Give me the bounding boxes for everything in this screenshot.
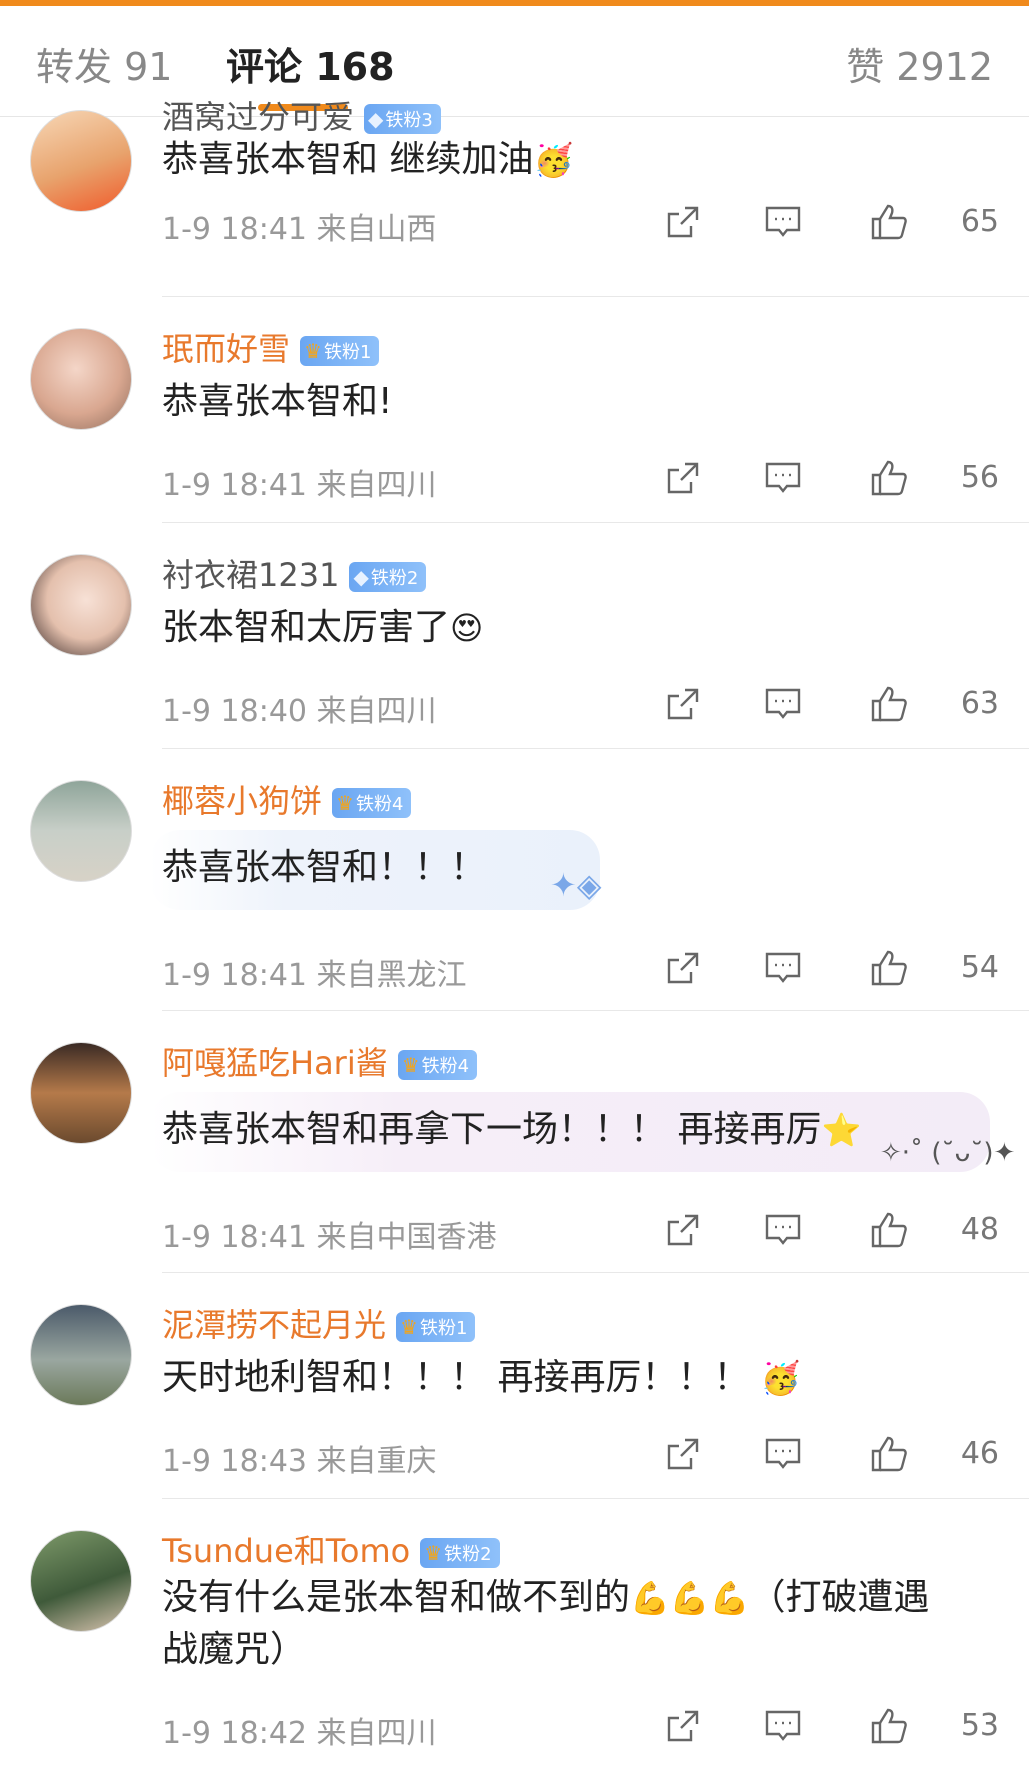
comment-actions: 46 xyxy=(619,1434,999,1478)
comment-text: 恭喜张本智和 继续加油🥳 xyxy=(162,139,574,180)
comment-username[interactable]: 酒窝过分可爱 ◆ 铁粉3 xyxy=(162,92,441,138)
fan-badge[interactable]: ◆ 铁粉2 xyxy=(349,562,427,592)
fan-badge[interactable]: ♛ 铁粉1 xyxy=(396,1312,476,1342)
like-count: 53 xyxy=(960,1708,999,1743)
tab-comments[interactable]: 评论 168 xyxy=(226,36,395,91)
comment-text: 恭喜张本智和！！！ xyxy=(162,847,487,888)
fan-badge[interactable]: ♛ 铁粉4 xyxy=(397,1050,478,1080)
comment-meta: 1-9 18:41 来自山西 xyxy=(162,212,437,247)
like-count: 46 xyxy=(960,1436,999,1471)
like-count: 54 xyxy=(960,950,999,985)
avatar[interactable] xyxy=(30,328,132,430)
like-icon[interactable] xyxy=(869,202,913,246)
avatar[interactable] xyxy=(30,1530,132,1632)
comment-actions: 65 xyxy=(619,202,999,246)
diamond-icon: ◆ xyxy=(353,565,369,589)
comment-tabs: 转发 91 评论 168 赞 2912 xyxy=(0,6,1029,117)
share-icon[interactable] xyxy=(663,684,707,728)
comment-username[interactable]: 珉而好雪 ♛ 铁粉1 xyxy=(162,324,380,370)
star-emoji-icon: ⭐ xyxy=(821,1111,862,1149)
avatar[interactable] xyxy=(30,1042,132,1144)
fan-badge[interactable]: ♛ 铁粉1 xyxy=(300,336,380,366)
share-icon[interactable] xyxy=(663,1706,707,1750)
tab-likes[interactable]: 赞 2912 xyxy=(846,36,993,91)
fan-badge[interactable]: ♛ 铁粉4 xyxy=(332,788,412,818)
comment-meta: 1-9 18:40 来自四川 xyxy=(162,694,437,729)
like-icon[interactable] xyxy=(869,684,913,728)
crown-icon: ♛ xyxy=(400,1315,418,1339)
comment-username[interactable]: 泥潭捞不起月光 ♛ 铁粉1 xyxy=(162,1300,476,1346)
comment-text: 恭喜张本智和! xyxy=(162,381,393,422)
avatar[interactable] xyxy=(30,780,132,882)
comment-text: 恭喜张本智和再拿下一场！！！ 再接再厉⭐ xyxy=(162,1109,862,1150)
comment-username[interactable]: 椰蓉小狗饼 ♛ 铁粉4 xyxy=(162,776,412,822)
share-icon[interactable] xyxy=(663,1434,707,1478)
reply-icon[interactable] xyxy=(763,948,807,992)
like-count: 63 xyxy=(960,686,999,721)
divider xyxy=(162,1498,1029,1499)
avatar[interactable] xyxy=(30,554,132,656)
reply-icon[interactable] xyxy=(763,458,807,502)
comment-actions: 48 xyxy=(619,1210,999,1254)
comment-actions: 54 xyxy=(619,948,999,992)
like-icon[interactable] xyxy=(869,458,913,502)
reply-icon[interactable] xyxy=(763,1434,807,1478)
avatar[interactable] xyxy=(30,1304,132,1406)
party-face-emoji-icon: 🥳 xyxy=(533,141,574,179)
like-icon[interactable] xyxy=(869,1706,913,1750)
like-icon[interactable] xyxy=(869,948,913,992)
comment-meta: 1-9 18:43 来自重庆 xyxy=(162,1444,437,1479)
party-face-emoji-icon: 🥳 xyxy=(760,1359,801,1397)
divider xyxy=(162,1010,1029,1011)
share-icon[interactable] xyxy=(663,948,707,992)
divider xyxy=(162,522,1029,523)
flexed-biceps-emoji-icon: 💪💪💪 xyxy=(630,1579,750,1617)
fan-badge[interactable]: ◆ 铁粉3 xyxy=(364,104,441,134)
like-icon[interactable] xyxy=(869,1210,913,1254)
comment-username[interactable]: Tsundue和Tomo ♛ 铁粉2 xyxy=(162,1526,500,1572)
comment-username[interactable]: 衬衣裙1231 ◆ 铁粉2 xyxy=(162,550,427,596)
like-count: 48 xyxy=(960,1212,999,1247)
comment-actions: 53 xyxy=(619,1706,999,1750)
share-icon[interactable] xyxy=(663,202,707,246)
like-count: 56 xyxy=(960,460,999,495)
reply-icon[interactable] xyxy=(763,202,807,246)
reply-icon[interactable] xyxy=(763,1706,807,1750)
divider xyxy=(162,748,1029,749)
crown-icon: ♛ xyxy=(336,791,354,815)
crown-icon: ♛ xyxy=(401,1053,420,1077)
comment-text: 天时地利智和！！！ 再接再厉！！！ 🥳 xyxy=(162,1357,801,1398)
diamond-icon: ◆ xyxy=(368,107,384,131)
crown-icon: ♛ xyxy=(424,1541,443,1565)
divider xyxy=(162,296,1029,297)
comment-meta: 1-9 18:42 来自四川 xyxy=(162,1716,437,1751)
fan-badge[interactable]: ♛ 铁粉2 xyxy=(420,1538,500,1568)
like-count: 65 xyxy=(960,204,999,239)
avatar[interactable] xyxy=(30,110,132,212)
comment-text: 没有什么是张本智和做不到的💪💪💪（打破遭遇 战魔咒） xyxy=(162,1577,930,1670)
comment-text: 张本智和太厉害了😍 xyxy=(162,607,484,648)
comment-username[interactable]: 阿嘎猛吃Hari酱 ♛ 铁粉4 xyxy=(162,1038,478,1084)
heart-eyes-emoji-icon: 😍 xyxy=(450,609,484,647)
reply-icon[interactable] xyxy=(763,1210,807,1254)
share-icon[interactable] xyxy=(663,458,707,502)
comment-actions: 63 xyxy=(619,684,999,728)
comment-actions: 56 xyxy=(619,458,999,502)
comment-meta: 1-9 18:41 来自中国香港 xyxy=(162,1220,497,1255)
comment-meta: 1-9 18:41 来自黑龙江 xyxy=(162,958,467,993)
tab-repost[interactable]: 转发 91 xyxy=(36,36,172,91)
comment-meta: 1-9 18:41 来自四川 xyxy=(162,468,437,503)
share-icon[interactable] xyxy=(663,1210,707,1254)
crown-icon: ♛ xyxy=(304,339,322,363)
divider xyxy=(162,1272,1029,1273)
reply-icon[interactable] xyxy=(763,684,807,728)
like-icon[interactable] xyxy=(869,1434,913,1478)
